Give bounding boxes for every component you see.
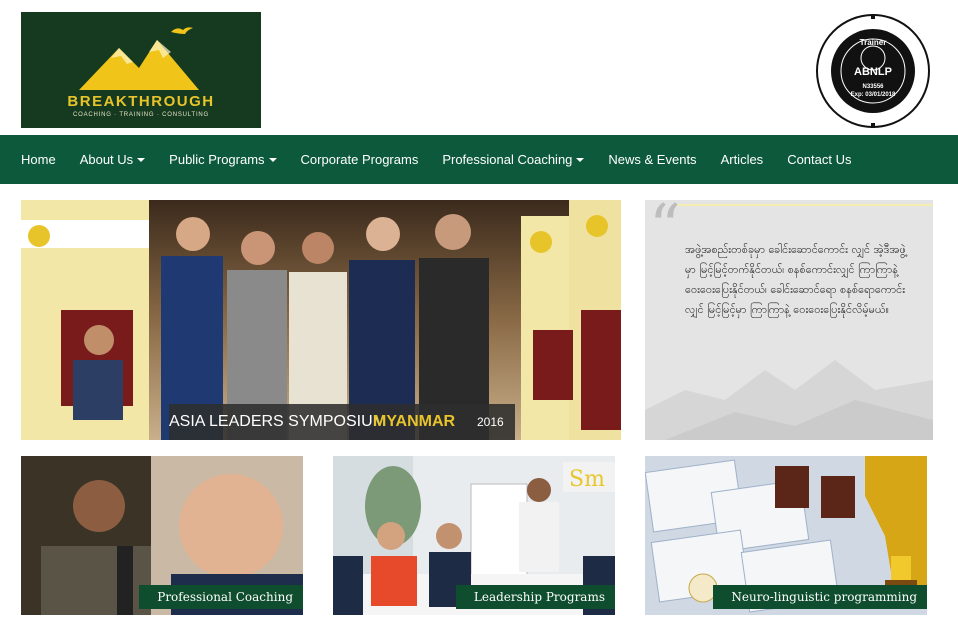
seal-role: Trainer: [859, 38, 887, 47]
caption-main: ASIA LEADERS SYMPOSIUM: [169, 413, 386, 430]
nav-item-contact-us[interactable]: Contact Us: [787, 152, 851, 167]
nav-item-professional-coaching[interactable]: Professional Coaching: [442, 152, 585, 167]
nav-label: Articles: [720, 152, 764, 167]
chevron-down-icon: [576, 157, 585, 162]
abnlp-seal: Trainer ABNLP N33556 Exp: 03/01/2018: [814, 12, 932, 130]
eagle-watermark-icon: [645, 204, 933, 440]
logo-name: BREAKTHROUGH: [67, 93, 215, 110]
hero-caption: ASIA LEADERS SYMPOSIUM MYANMAR 2016: [169, 404, 515, 440]
nav-label: About Us: [79, 152, 134, 167]
logo-tagline: COACHING · TRAINING · CONSULTING: [72, 112, 210, 118]
hero-photo[interactable]: ASIA LEADERS SYMPOSIUM MYANMAR 2016: [21, 200, 621, 440]
breakthrough-logo[interactable]: BREAKTHROUGH COACHING · TRAINING · CONSU…: [21, 12, 261, 128]
nav-item-home[interactable]: Home: [21, 152, 56, 167]
nav-item-news-events[interactable]: News & Events: [608, 152, 696, 167]
svg-text:Sm: Sm: [569, 467, 605, 492]
nav-label: Corporate Programs: [300, 152, 419, 167]
nav-label: Home: [21, 152, 56, 167]
seal-expiry: Exp: 03/01/2018: [850, 92, 896, 98]
nav-item-public-programs[interactable]: Public Programs: [169, 152, 277, 167]
card-label: Professional Coaching: [139, 585, 303, 609]
card-leadership-programs[interactable]: Sm Leadership Programs: [333, 456, 615, 615]
nav-item-corporate-programs[interactable]: Corporate Programs: [301, 152, 419, 167]
nav-label: Contact Us: [787, 152, 852, 167]
nav-item-about-us[interactable]: About Us: [79, 152, 146, 167]
chevron-down-icon: [137, 157, 146, 162]
quote-mark-icon: “: [649, 200, 681, 263]
quote-text: အဖွဲ့အစည်းတစ်ခုမှာ ခေါင်းဆောင်ကောင်း လျှ…: [685, 243, 906, 316]
card-nlp[interactable]: Neuro-linguistic programming: [645, 456, 927, 615]
seal-acronym: ABNLP: [854, 66, 892, 78]
card-label: Neuro-linguistic programming: [713, 585, 927, 609]
card-professional-coaching[interactable]: Professional Coaching: [21, 456, 303, 615]
seal-number: N33556: [862, 84, 884, 90]
card-label: Leadership Programs: [455, 585, 615, 609]
nav-label: Professional Coaching: [442, 152, 573, 167]
caption-highlight: MYANMAR: [373, 413, 456, 430]
main-navigation: Home About Us Public Programs Corporate …: [0, 135, 958, 184]
nav-item-articles[interactable]: Articles: [721, 152, 764, 167]
quote-panel: “ အဖွဲ့အစည်းတစ်ခုမှာ ခေါင်းဆောင်ကောင်း လ…: [645, 200, 933, 440]
caption-year: 2016: [477, 415, 504, 429]
nav-label: News & Events: [608, 152, 697, 167]
nav-label: Public Programs: [169, 152, 265, 167]
mountain-logo-icon: [79, 27, 199, 90]
chevron-down-icon: [268, 157, 277, 162]
site-header: BREAKTHROUGH COACHING · TRAINING · CONSU…: [0, 0, 958, 135]
